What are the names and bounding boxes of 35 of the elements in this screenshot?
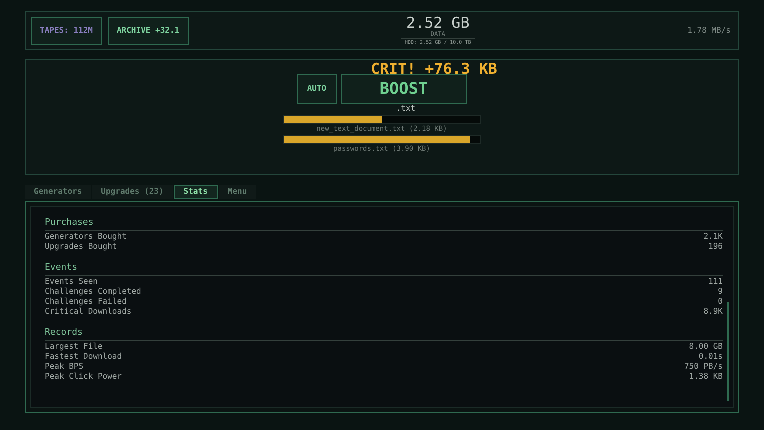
stat-value: 8.00 GB (689, 342, 723, 352)
stat-value: 9 (718, 287, 723, 297)
auto-button[interactable]: AUTO (297, 74, 337, 104)
tab[interactable]: Generators (25, 185, 92, 199)
stat-label: Events Seen (45, 277, 98, 287)
stat-value: 0.01s (698, 352, 723, 362)
tab[interactable]: Upgrades (23) (92, 185, 173, 199)
stat-value: 111 (708, 277, 723, 287)
section-title: Purchases (45, 217, 723, 231)
section-title: Records (45, 327, 723, 341)
stat-value: 2.1K (704, 232, 723, 242)
stat-value: 1.38 KB (689, 372, 723, 382)
archive-button[interactable]: ARCHIVE +32.1 (108, 16, 189, 44)
stat-label: Peak Click Power (45, 372, 122, 382)
rate-text: 1.78 MB/s (688, 24, 732, 36)
stat-label: Upgrades Bought (45, 242, 118, 252)
stat-label: Challenges Failed (45, 297, 127, 307)
stat-label: Fastest Download (45, 352, 122, 362)
tab[interactable]: Menu (218, 185, 256, 199)
stat-label: Peak BPS (45, 362, 84, 372)
boost-button[interactable]: BOOST (341, 74, 467, 104)
stat-value: 196 (708, 242, 723, 252)
floating-text: .txt (396, 104, 416, 114)
stat-label: Challenges Completed (45, 287, 142, 297)
tapes-button[interactable]: TAPES: 112M (31, 16, 102, 44)
stat-value: 750 PB/s (684, 362, 723, 372)
stat-label: Largest File (45, 342, 103, 352)
stat-value: 0 (718, 297, 723, 307)
data-amount: 2.52 GB (406, 14, 470, 30)
stat-value: 8.9K (704, 307, 723, 317)
stat-label: Generators Bought (45, 232, 127, 242)
section-title: Events (45, 262, 723, 276)
stat-label: Critical Downloads (45, 307, 132, 317)
tab[interactable]: Stats (174, 185, 218, 199)
scrollbar[interactable] (727, 302, 729, 401)
